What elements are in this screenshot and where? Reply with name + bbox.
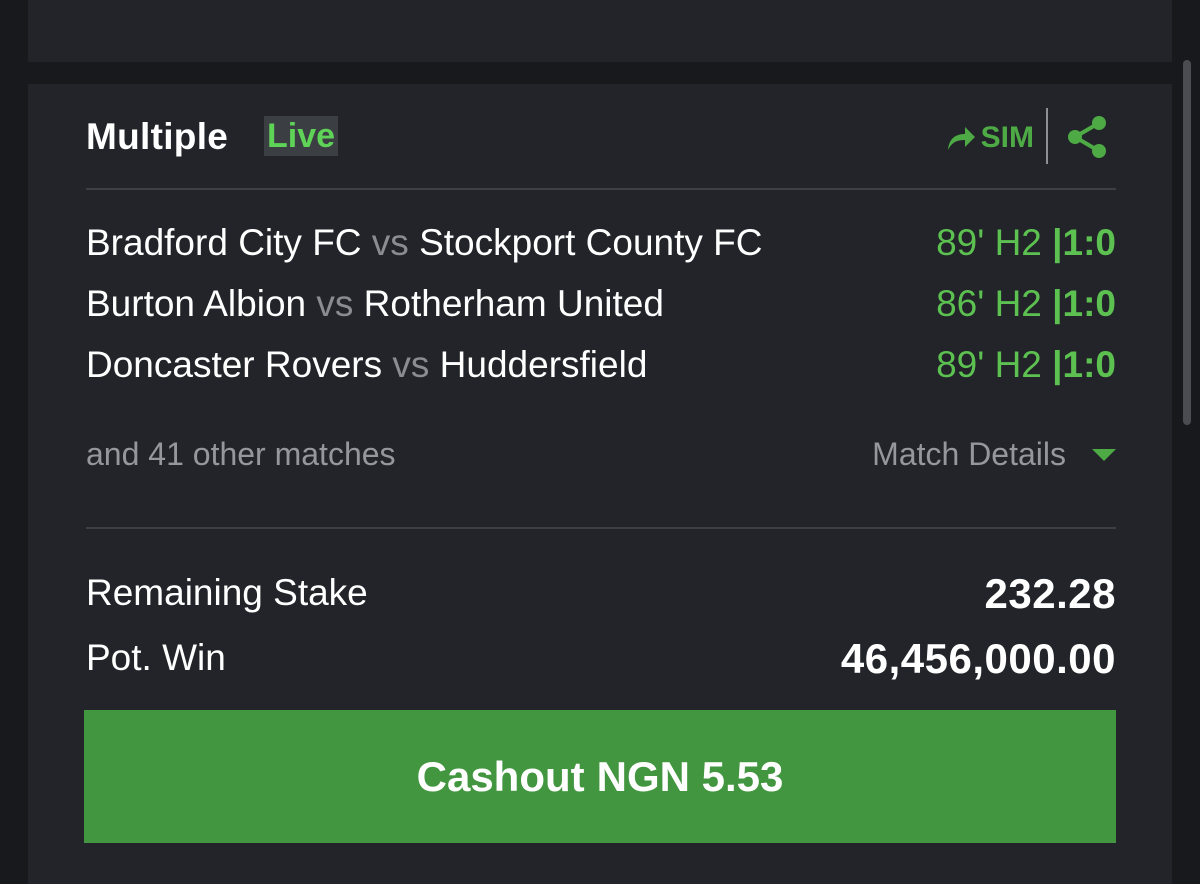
share-icon — [1068, 116, 1106, 158]
away-team: Stockport County FC — [419, 222, 763, 263]
cashout-button[interactable]: Cashout NGN 5.53 — [84, 710, 1116, 843]
match-status: 89' H2 |1:0 — [936, 222, 1116, 264]
match-score: 1:0 — [1062, 344, 1116, 385]
sim-label: SIM — [980, 121, 1034, 154]
match-row: Doncaster Rovers vs Huddersfield 89' H2 … — [86, 344, 1116, 394]
score-separator: | — [1052, 283, 1063, 324]
match-time: 89' H2 — [936, 344, 1042, 385]
vs-label: vs — [371, 222, 409, 263]
header-divider-line — [86, 188, 1116, 190]
other-matches-count: and 41 other matches — [86, 436, 396, 472]
scrollbar[interactable] — [1183, 60, 1191, 425]
share-button[interactable] — [1066, 114, 1108, 160]
match-row: Bradford City FC vs Stockport County FC … — [86, 222, 1116, 272]
score-separator: | — [1052, 222, 1063, 263]
forward-arrow-icon — [947, 127, 975, 150]
header-divider — [1046, 108, 1048, 164]
summary-divider-line — [86, 527, 1116, 529]
home-team: Bradford City FC — [86, 222, 362, 263]
bet-card: Multiple Live SIM Bradford City FC vs St… — [28, 84, 1172, 884]
pot-win-label: Pot. Win — [86, 637, 226, 678]
vs-label: vs — [392, 344, 430, 385]
live-badge: Live — [264, 116, 339, 156]
match-status: 89' H2 |1:0 — [936, 344, 1116, 386]
cashout-label: Cashout — [416, 752, 585, 800]
match-details-label: Match Details — [872, 436, 1066, 472]
vs-label: vs — [316, 283, 354, 324]
match-row: Burton Albion vs Rotherham United 86' H2… — [86, 283, 1116, 333]
cashout-amount: NGN 5.53 — [596, 752, 784, 800]
pot-win-value: 46,456,000.00 — [840, 635, 1116, 682]
match-status: 86' H2 |1:0 — [936, 283, 1116, 325]
remaining-stake-label: Remaining Stake — [86, 572, 368, 613]
match-details-button[interactable]: Match Details — [872, 436, 1116, 473]
match-score: 1:0 — [1062, 222, 1116, 263]
caret-down-icon — [1092, 448, 1116, 461]
home-team: Burton Albion — [86, 283, 307, 324]
match-time: 89' H2 — [936, 222, 1042, 263]
home-team: Doncaster Rovers — [86, 344, 383, 385]
previous-bet-card — [28, 0, 1172, 62]
away-team: Huddersfield — [439, 344, 648, 385]
remaining-stake-value: 232.28 — [984, 570, 1116, 617]
away-team: Rotherham United — [363, 283, 664, 324]
sim-button[interactable]: SIM — [945, 118, 1034, 158]
match-time: 86' H2 — [936, 283, 1042, 324]
bet-header: Multiple Live SIM — [86, 108, 1116, 164]
score-separator: | — [1052, 344, 1063, 385]
bet-type-title: Multiple — [86, 116, 229, 157]
match-score: 1:0 — [1062, 283, 1116, 324]
